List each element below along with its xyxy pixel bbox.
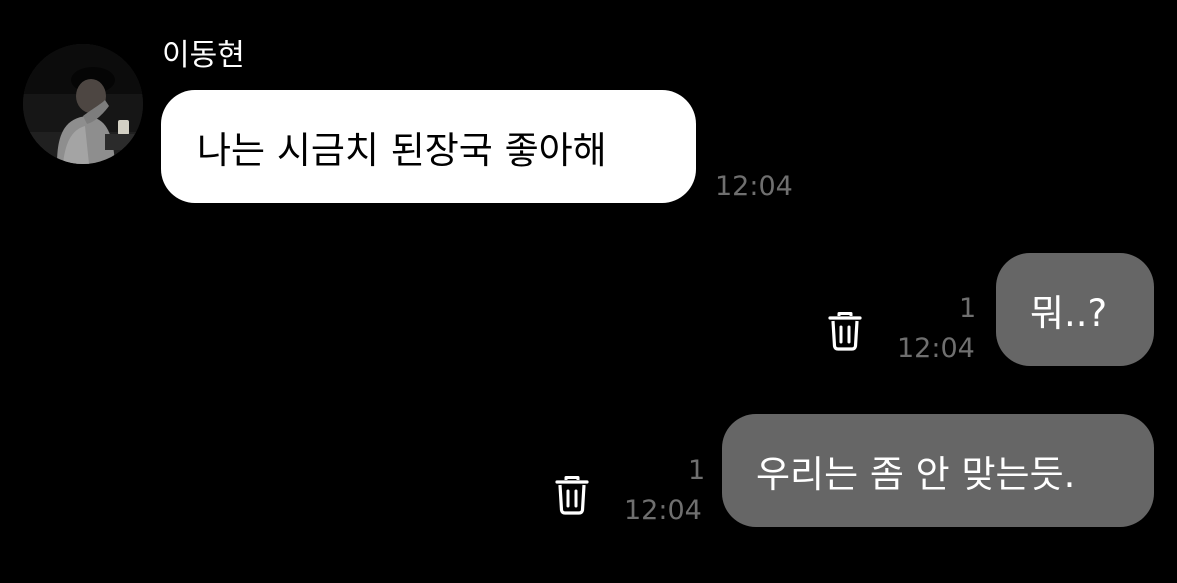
trash-icon[interactable] <box>828 311 862 351</box>
outgoing-message-bubble[interactable]: 우리는 좀 안 맞는듯. <box>722 414 1154 527</box>
message-timestamp: 12:04 <box>897 333 975 364</box>
message-text: 우리는 좀 안 맞는듯. <box>756 452 1076 496</box>
trash-icon[interactable] <box>555 475 589 515</box>
message-text: 뭐..? <box>1030 291 1108 335</box>
sender-name: 이동현 <box>162 38 245 73</box>
outgoing-message-bubble[interactable]: 뭐..? <box>996 253 1154 366</box>
message-timestamp: 12:04 <box>624 495 702 526</box>
avatar[interactable] <box>23 44 143 164</box>
unread-count: 1 <box>688 455 706 486</box>
message-text: 나는 시금치 된장국 좋아해 <box>197 128 607 172</box>
profile-photo-icon <box>23 44 143 164</box>
unread-count: 1 <box>959 293 977 324</box>
message-timestamp: 12:04 <box>715 171 793 202</box>
incoming-message-bubble[interactable]: 나는 시금치 된장국 좋아해 <box>161 90 696 203</box>
